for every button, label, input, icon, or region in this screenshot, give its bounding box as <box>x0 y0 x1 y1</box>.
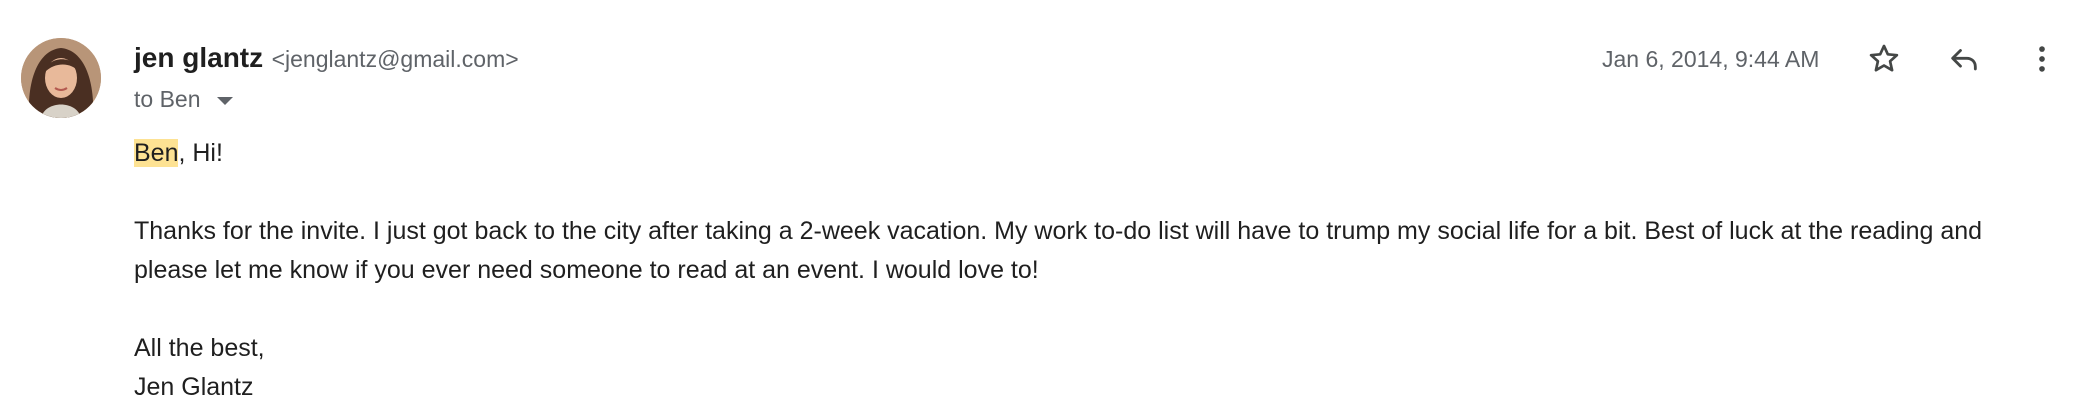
recipient-details-toggle[interactable]: to Ben <box>134 84 233 114</box>
message-date: Jan 6, 2014, 9:44 AM <box>1602 46 1820 72</box>
message-paragraph-line-2: please let me know if you ever need some… <box>134 256 1039 284</box>
more-options-button[interactable] <box>2020 37 2064 81</box>
recipient-label: to Ben <box>134 86 201 112</box>
signature-line: Jen Glantz <box>134 373 254 401</box>
chevron-down-icon[interactable] <box>216 96 233 105</box>
reply-icon <box>1951 49 1977 71</box>
vertical-dots-icon <box>2039 46 2045 72</box>
closing-line: All the best, <box>134 334 265 362</box>
sender-name[interactable]: jen glantz <box>134 42 263 73</box>
greeting-text: , Hi! <box>178 139 223 167</box>
star-button[interactable] <box>1862 37 1906 81</box>
avatar-photo <box>21 38 101 118</box>
star-icon <box>1869 44 1899 72</box>
message-paragraph-line-1: Thanks for the invite. I just got back t… <box>134 217 1983 245</box>
sender-email: <jenglantz@gmail.com> <box>271 46 519 72</box>
reply-button[interactable] <box>1942 37 1986 81</box>
sender-line: jen glantz <jenglantz@gmail.com> <box>134 40 519 81</box>
sender-avatar[interactable] <box>21 38 101 118</box>
greeting-line: Ben, Hi! <box>134 134 2064 173</box>
search-highlight: Ben <box>134 139 179 167</box>
message-body: Ben, Hi! Thanks for the invite. I just g… <box>134 134 2064 407</box>
